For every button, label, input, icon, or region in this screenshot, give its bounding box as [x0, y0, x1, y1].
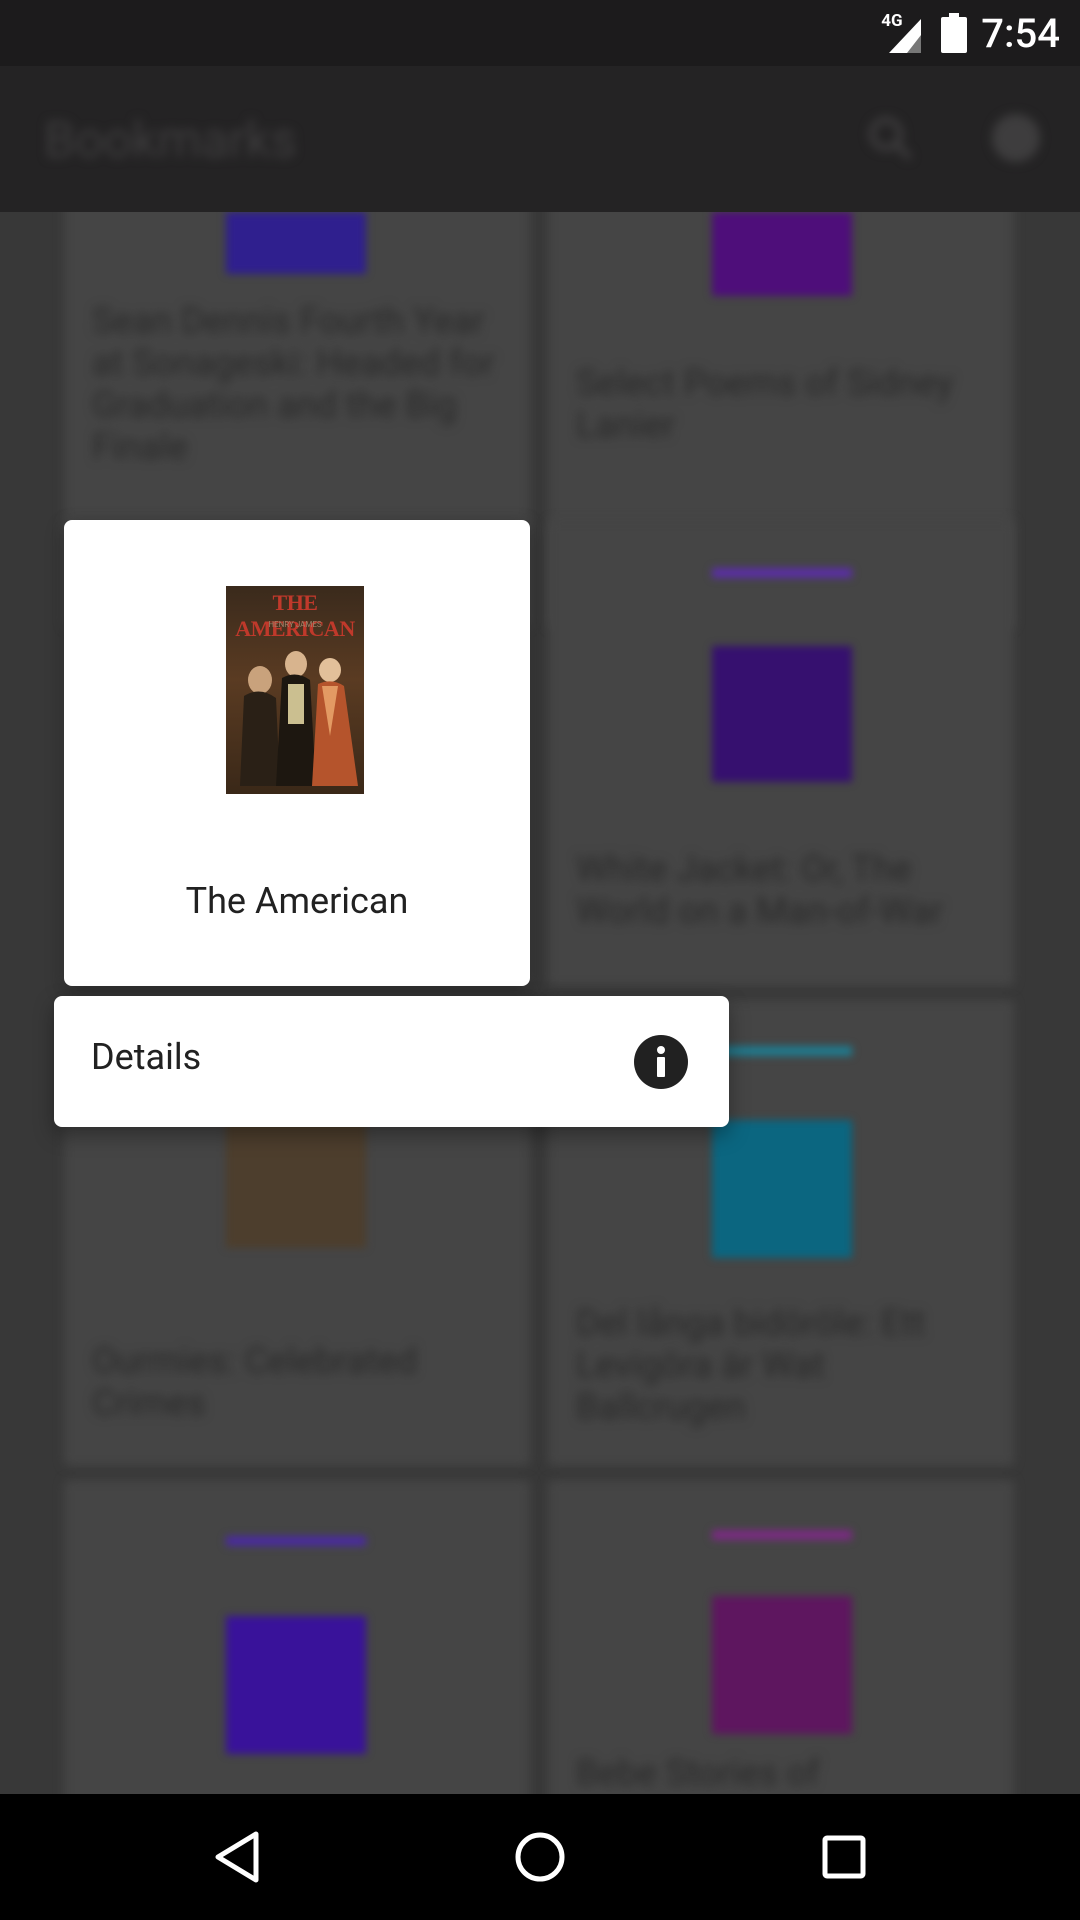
signal-icon: 4G — [881, 11, 927, 53]
book-title: White Jacket: Or, The World on a Man-of-… — [576, 848, 943, 932]
home-button[interactable] — [507, 1824, 573, 1890]
book-cover — [712, 1530, 852, 1540]
book-cover — [712, 1596, 852, 1734]
context-menu: Details — [54, 996, 729, 1127]
back-icon — [215, 1831, 259, 1883]
back-button[interactable] — [204, 1824, 270, 1890]
book-title: Select Poems of Sidney Lanier — [576, 362, 954, 446]
book-cover — [712, 646, 852, 782]
book-cover — [226, 1616, 366, 1754]
book-title: Bebe Stories of — [576, 1752, 820, 1794]
status-bar: 4G 7:54 — [0, 0, 1080, 66]
account-icon[interactable] — [988, 110, 1044, 166]
book-cover — [712, 1046, 852, 1056]
app-bar-title: Bookmarks — [44, 112, 297, 170]
book-cover-image: THE AMERICAN HENRY JAMES — [226, 586, 364, 794]
book-cover — [712, 568, 852, 578]
navigation-bar — [0, 1794, 1080, 1920]
book-cover — [226, 1536, 366, 1546]
details-menu-item[interactable]: Details — [54, 996, 729, 1127]
book-cover — [226, 1112, 366, 1248]
clock: 7:54 — [981, 9, 1060, 57]
info-icon — [634, 1035, 688, 1089]
book-title: Sean Dennis Fourth Year at Sonageski: He… — [92, 300, 495, 468]
cover-illustration — [240, 651, 358, 786]
selected-book-card[interactable]: THE AMERICAN HENRY JAMES The American — [64, 520, 530, 986]
home-icon — [515, 1832, 565, 1882]
details-label: Details — [91, 1036, 202, 1078]
book-cover — [226, 212, 366, 274]
book-title: Del långa bidöröle: Ett Levigöra är Wat … — [576, 1302, 926, 1428]
app-bar: Bookmarks — [0, 66, 1080, 212]
recents-icon — [822, 1835, 866, 1879]
book-title: The American — [185, 880, 409, 922]
recents-button[interactable] — [811, 1824, 877, 1890]
battery-icon — [941, 13, 968, 53]
book-title: Ourmies: Celebrated Crimes — [92, 1340, 418, 1424]
book-cover — [712, 212, 852, 296]
book-cover — [712, 1120, 852, 1258]
search-icon[interactable] — [862, 110, 918, 166]
